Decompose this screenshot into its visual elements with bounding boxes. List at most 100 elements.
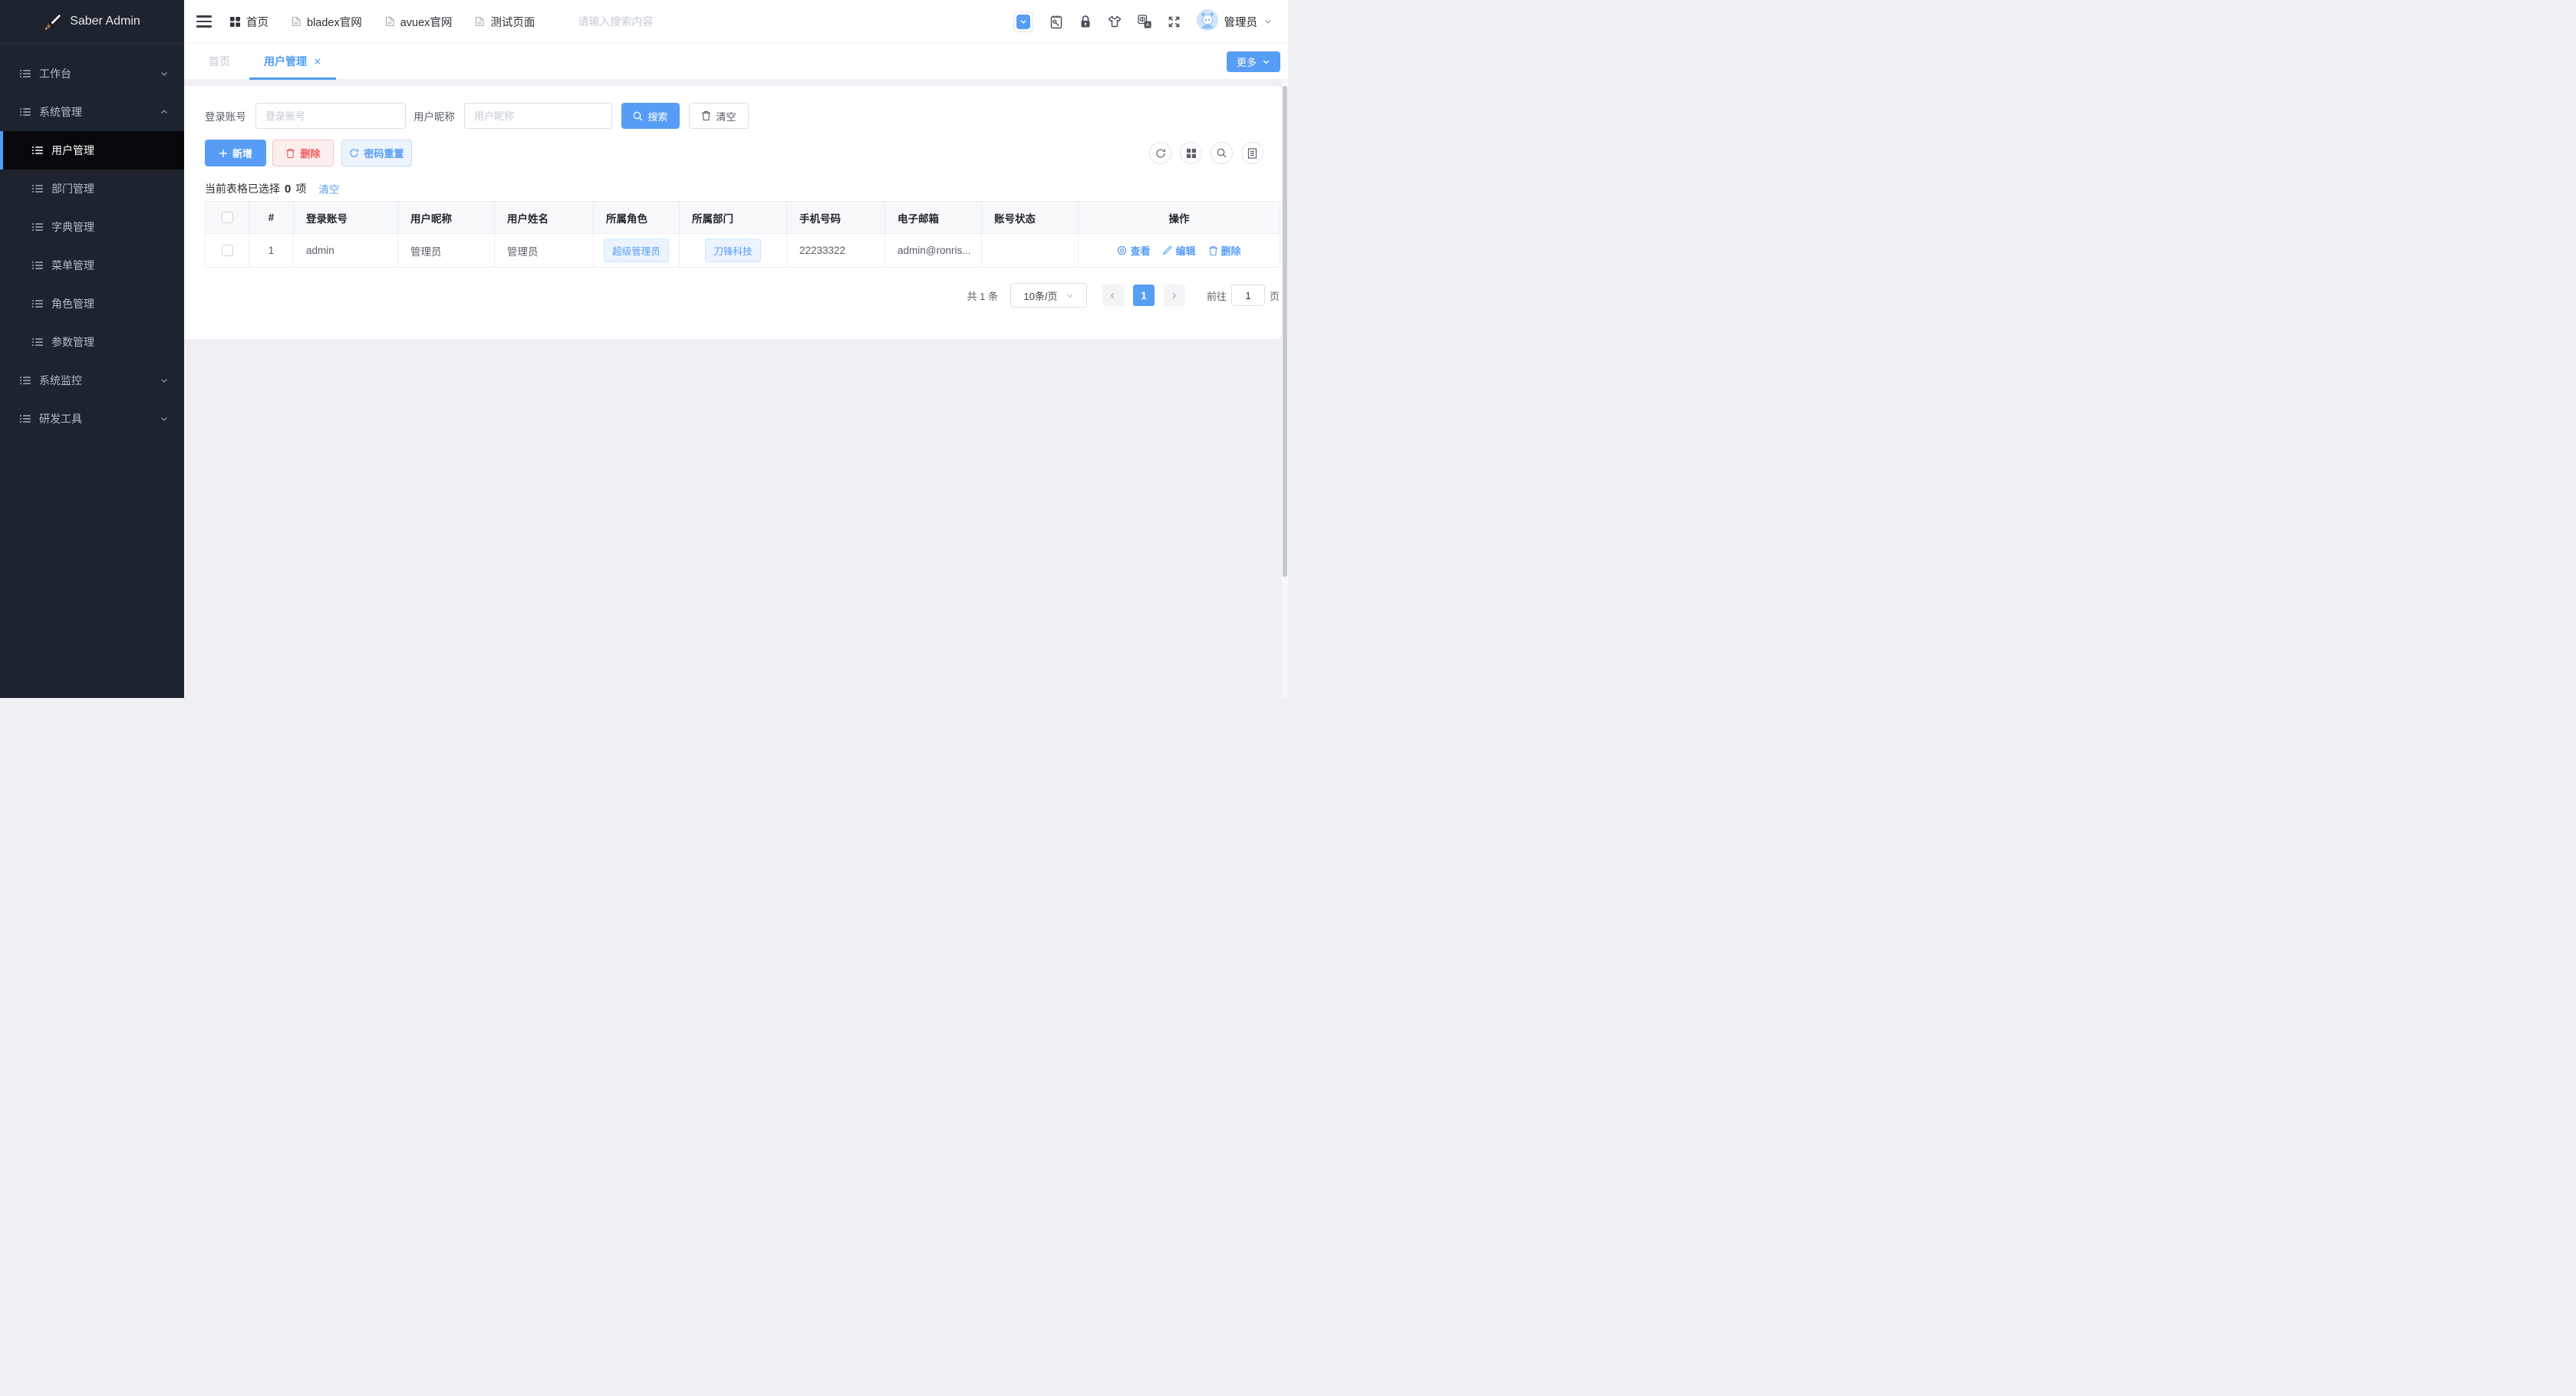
list-icon bbox=[32, 299, 43, 308]
search-input[interactable] bbox=[578, 15, 724, 28]
column-header-index: # bbox=[249, 201, 294, 234]
delete-button[interactable]: 删除 bbox=[272, 140, 334, 166]
view-action[interactable]: 查看 bbox=[1117, 243, 1150, 258]
column-header-name: 用户姓名 bbox=[494, 201, 594, 234]
list-icon bbox=[20, 414, 31, 423]
add-button[interactable]: 新增 bbox=[205, 140, 266, 166]
nav-item-home[interactable]: 首页 bbox=[230, 14, 268, 30]
sidebar-submenu-system: 用户管理 部门管理 字典管理 菜单管理 角色管理 参数管理 bbox=[0, 131, 184, 361]
sidebar-item-param-management[interactable]: 参数管理 bbox=[0, 323, 184, 361]
selection-clear-link[interactable]: 清空 bbox=[318, 181, 339, 196]
document-icon bbox=[292, 16, 301, 27]
select-all-checkbox[interactable] bbox=[221, 212, 233, 224]
column-header-dept: 所属部门 bbox=[679, 201, 787, 234]
account-input[interactable] bbox=[255, 103, 406, 129]
selection-prefix: 当前表格已选择 bbox=[205, 183, 280, 195]
page-size-select[interactable]: 10条/页 bbox=[1010, 283, 1087, 308]
tab-user-management[interactable]: 用户管理 bbox=[249, 44, 336, 80]
refresh-icon[interactable] bbox=[1149, 142, 1171, 164]
list-icon[interactable] bbox=[1241, 142, 1263, 164]
refresh-icon bbox=[350, 149, 359, 157]
sidebar-item-label: 系统管理 bbox=[39, 106, 82, 118]
search-button[interactable]: 搜索 bbox=[621, 103, 680, 129]
nickname-label: 用户昵称 bbox=[413, 111, 455, 123]
cell-status bbox=[981, 233, 1079, 268]
delete-action[interactable]: 删除 bbox=[1208, 243, 1241, 258]
tshirt-icon[interactable] bbox=[1108, 15, 1122, 28]
clipboard-wrench-icon[interactable] bbox=[1049, 15, 1063, 29]
document-icon bbox=[475, 16, 484, 27]
column-header-role: 所属角色 bbox=[593, 201, 680, 234]
sidebar-item-user-management[interactable]: 用户管理 bbox=[0, 131, 184, 170]
lock-icon[interactable] bbox=[1079, 15, 1092, 28]
current-page-button[interactable]: 1 bbox=[1132, 285, 1155, 306]
column-header-actions: 操作 bbox=[1078, 201, 1280, 234]
close-icon[interactable] bbox=[314, 58, 321, 65]
sidebar-item-dev-tools[interactable]: 研发工具 bbox=[0, 400, 184, 438]
column-header-account: 登录账号 bbox=[293, 201, 398, 234]
chevron-right-icon bbox=[1173, 292, 1177, 298]
sidebar-item-label: 部门管理 bbox=[51, 183, 94, 195]
sidebar-item-label: 研发工具 bbox=[39, 413, 82, 425]
hamburger-icon[interactable] bbox=[196, 15, 212, 28]
sidebar: Saber Admin 工作台 系统管理 用户管理 部门管理 字典管理 菜单管理… bbox=[0, 0, 184, 698]
sidebar-item-label: 系统监控 bbox=[39, 374, 82, 387]
fullscreen-icon[interactable] bbox=[1168, 15, 1181, 28]
column-header-email: 电子邮箱 bbox=[884, 201, 982, 234]
sidebar-item-system-management[interactable]: 系统管理 bbox=[0, 93, 184, 131]
nav-item-test-page[interactable]: 测试页面 bbox=[475, 14, 535, 30]
pagination-total: 共 1 条 bbox=[967, 290, 998, 302]
tab-home[interactable]: 首页 bbox=[209, 44, 230, 79]
column-grid-icon[interactable] bbox=[1180, 142, 1202, 164]
goto-page-input[interactable] bbox=[1230, 285, 1265, 306]
more-button[interactable]: 更多 bbox=[1226, 51, 1280, 72]
cell-account: admin bbox=[293, 233, 398, 268]
cell-index: 1 bbox=[249, 233, 294, 268]
nav-item-avuex[interactable]: avuex官网 bbox=[385, 14, 452, 30]
sidebar-item-workbench[interactable]: 工作台 bbox=[0, 54, 184, 93]
main-area: 首页 bladex官网 avuex官网 测试页面 请输入搜索内容 A 管理员 首… bbox=[184, 0, 1288, 698]
scrollbar-thumb[interactable] bbox=[1283, 86, 1287, 577]
nav-item-bladex[interactable]: bladex官网 bbox=[292, 14, 362, 30]
sidebar-menu: 工作台 系统管理 用户管理 部门管理 字典管理 菜单管理 角色管理 参数管理 系… bbox=[0, 44, 184, 438]
sidebar-item-dict-management[interactable]: 字典管理 bbox=[0, 208, 184, 246]
prev-page-button[interactable] bbox=[1102, 285, 1124, 306]
selection-suffix: 项 bbox=[295, 183, 307, 195]
table-header-row: # 登录账号 用户昵称 用户姓名 所属角色 所属部门 手机号码 电子邮箱 账号状… bbox=[205, 201, 1280, 234]
password-reset-button[interactable]: 密码重置 bbox=[341, 140, 412, 166]
topbar: 首页 bladex官网 avuex官网 测试页面 请输入搜索内容 A 管理员 bbox=[184, 0, 1288, 44]
user-menu[interactable]: 管理员 bbox=[1196, 8, 1273, 35]
row-checkbox[interactable] bbox=[221, 245, 233, 257]
next-page-button[interactable] bbox=[1163, 285, 1185, 306]
table-row: 1 admin 管理员 管理员 超级管理员 刀锋科技 22233322 admi… bbox=[205, 233, 1280, 268]
sidebar-item-label: 工作台 bbox=[39, 67, 71, 80]
sidebar-item-role-management[interactable]: 角色管理 bbox=[0, 285, 184, 323]
app-title: Saber Admin bbox=[70, 15, 140, 28]
list-icon bbox=[32, 222, 43, 232]
collapse-toggle-icon[interactable] bbox=[1013, 11, 1033, 32]
chevron-left-icon bbox=[1111, 292, 1115, 298]
avatar bbox=[1196, 8, 1218, 35]
sidebar-item-menu-management[interactable]: 菜单管理 bbox=[0, 246, 184, 285]
scrollbar-track[interactable] bbox=[1282, 80, 1288, 698]
translate-icon[interactable]: A bbox=[1137, 15, 1151, 28]
trash-icon bbox=[702, 110, 711, 121]
list-icon bbox=[32, 337, 43, 347]
document-icon bbox=[385, 16, 394, 27]
page-size-value: 10条/页 bbox=[1023, 290, 1058, 302]
trash-icon bbox=[1208, 245, 1217, 255]
app-logo: Saber Admin bbox=[0, 0, 184, 44]
chevron-down-icon bbox=[1066, 291, 1074, 300]
filter-row: 登录账号 用户昵称 搜索 清空 bbox=[205, 103, 1282, 129]
list-icon bbox=[32, 146, 43, 155]
list-icon bbox=[20, 376, 31, 385]
sidebar-item-dept-management[interactable]: 部门管理 bbox=[0, 170, 184, 208]
chevron-down-icon bbox=[1263, 17, 1273, 26]
clear-button[interactable]: 清空 bbox=[689, 103, 749, 129]
more-button-label: 更多 bbox=[1236, 57, 1257, 68]
edit-action[interactable]: 编辑 bbox=[1162, 243, 1196, 258]
search-icon[interactable] bbox=[1211, 142, 1233, 164]
nickname-input[interactable] bbox=[464, 103, 612, 129]
sidebar-item-system-monitor[interactable]: 系统监控 bbox=[0, 361, 184, 400]
chevron-down-icon bbox=[1263, 60, 1270, 64]
